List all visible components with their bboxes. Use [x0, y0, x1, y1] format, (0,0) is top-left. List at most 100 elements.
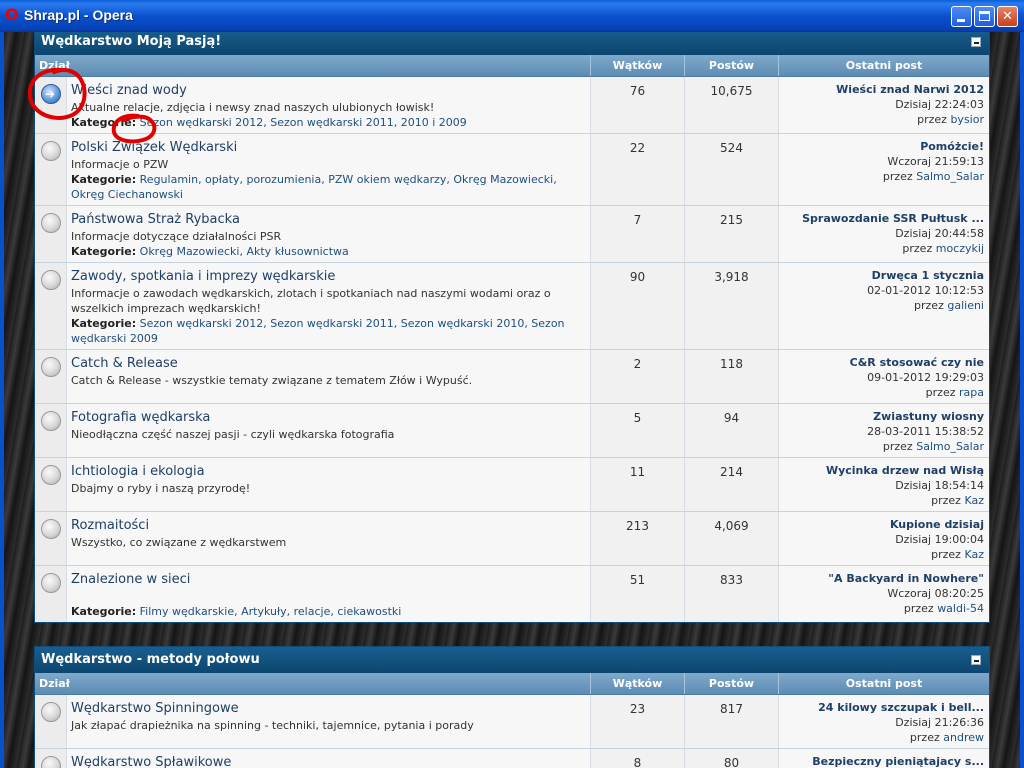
last-post-title[interactable]: Sprawozdanie SSR Pułtusk ...: [783, 211, 984, 226]
column-postow: Postów: [685, 673, 779, 694]
by-label: przez: [882, 440, 913, 453]
categories-label: Kategorie:: [71, 245, 137, 258]
thread-count: 8: [591, 749, 685, 768]
no-new-posts-icon: [41, 213, 61, 233]
category-title[interactable]: Wędkarstwo Moją Pasją!: [41, 34, 221, 49]
last-post-user[interactable]: moczykij: [936, 242, 984, 255]
forum-row: Znalezione w sieci Kategorie: Filmy wędk…: [35, 566, 989, 622]
last-post-user[interactable]: rapa: [959, 386, 984, 399]
post-count: 524: [685, 134, 779, 205]
categories-links[interactable]: Regulamin, opłaty, porozumienia, PZW oki…: [71, 173, 557, 201]
thread-count: 11: [591, 458, 685, 511]
categories-links[interactable]: Sezon wędkarski 2012, Sezon wędkarski 20…: [71, 317, 565, 345]
forum-title-link[interactable]: Polski Związek Wędkarski: [71, 140, 586, 156]
forum-title-link[interactable]: Fotografia wędkarska: [71, 410, 586, 426]
forum-description: Informacje dotyczące działalności PSR: [71, 230, 282, 243]
by-label: przez: [914, 299, 944, 312]
forum-category-metody-polowu: Wędkarstwo - metody połowu Dział Wątków …: [34, 646, 990, 768]
last-post-title[interactable]: Zwiastuny wiosny: [783, 409, 984, 424]
last-post: Wycinka drzew nad Wisłą Dzisiaj 18:54:14…: [779, 458, 989, 511]
collapse-toggle-icon[interactable]: [971, 655, 981, 665]
no-new-posts-icon: [41, 573, 61, 593]
category-title[interactable]: Wędkarstwo - metody połowu: [41, 652, 260, 667]
last-post-user[interactable]: andrew: [943, 731, 984, 744]
page-viewport[interactable]: Wędkarstwo Moją Pasją! Dział Wątków Post…: [4, 32, 1020, 768]
forum-description: Wszystko, co związane z wędkarstwem: [71, 536, 287, 549]
last-post-user[interactable]: galieni: [947, 299, 984, 312]
forum-description: Catch & Release - wszystkie tematy związ…: [71, 374, 473, 387]
forum-row: Zawody, spotkania i imprezy wędkarskie I…: [35, 263, 989, 350]
last-post-title[interactable]: C&R stosować czy nie: [783, 355, 984, 370]
forum-title-link[interactable]: Wędkarstwo Spinningowe: [71, 701, 586, 717]
forum-row: Rozmaitości Wszystko, co związane z wędk…: [35, 512, 989, 566]
thread-count: 2: [591, 350, 685, 403]
last-post-date: 02-01-2012 10:12:53: [867, 284, 984, 297]
column-watkow: Wątków: [591, 673, 685, 694]
column-headers: Dział Wątków Postów Ostatni post: [35, 55, 989, 77]
forum-title-link[interactable]: Państwowa Straż Rybacka: [71, 212, 586, 228]
post-count: 833: [685, 566, 779, 622]
maximize-button[interactable]: [974, 6, 995, 27]
last-post-user[interactable]: Salmo_Salar: [916, 170, 984, 183]
no-new-posts-icon: [41, 357, 61, 377]
collapse-toggle-icon[interactable]: [971, 37, 981, 47]
forum-title-link[interactable]: Rozmaitości: [71, 518, 586, 534]
forum-title-link[interactable]: Znalezione w sieci: [71, 572, 586, 588]
post-count: 80: [685, 749, 779, 768]
forum-row: Wędkarstwo Spinningowe Jak złapać drapie…: [35, 695, 989, 749]
by-label: przez: [909, 731, 940, 744]
last-post-title[interactable]: 24 kilowy szczupak i bell...: [783, 700, 984, 715]
thread-count: 213: [591, 512, 685, 565]
last-post-title[interactable]: "A Backyard in Nowhere": [783, 571, 984, 586]
last-post: C&R stosować czy nie 09-01-2012 19:29:03…: [779, 350, 989, 403]
by-label: przez: [882, 170, 913, 183]
post-count: 94: [685, 404, 779, 457]
last-post-date: Dzisiaj 18:54:14: [895, 479, 984, 492]
forum-row: Państwowa Straż Rybacka Informacje dotyc…: [35, 206, 989, 263]
forum-title-link[interactable]: Zawody, spotkania i imprezy wędkarskie: [71, 269, 586, 285]
category-header: Wędkarstwo Moją Pasją!: [35, 32, 989, 55]
forum-categories: Kategorie: Regulamin, opłaty, porozumien…: [71, 172, 586, 202]
thread-count: 22: [591, 134, 685, 205]
post-count: 214: [685, 458, 779, 511]
last-post-title[interactable]: Kupione dzisiaj: [783, 517, 984, 532]
no-new-posts-icon: [41, 141, 61, 161]
categories-links[interactable]: Filmy wędkarskie, Artykuły, relacje, cie…: [140, 605, 402, 618]
minimize-button[interactable]: [951, 6, 972, 27]
last-post-date: Dzisiaj 21:26:36: [895, 716, 984, 729]
thread-count: 5: [591, 404, 685, 457]
last-post-title[interactable]: Drwęca 1 stycznia: [783, 268, 984, 283]
by-label: przez: [931, 548, 961, 561]
forum-title-link[interactable]: Wędkarstwo Spławikowe: [71, 755, 586, 768]
categories-links[interactable]: Okręg Mazowiecki, Akty kłusownictwa: [140, 245, 349, 258]
last-post-user[interactable]: Salmo_Salar: [916, 440, 984, 453]
thread-count: 23: [591, 695, 685, 748]
no-new-posts-icon: [41, 702, 61, 722]
last-post-user[interactable]: Kaz: [964, 494, 984, 507]
last-post-user[interactable]: Kaz: [964, 548, 984, 561]
last-post-date: Dzisiaj 19:00:04: [895, 533, 984, 546]
new-posts-icon: [41, 84, 61, 104]
last-post-title[interactable]: Pomóżcie!: [783, 139, 984, 154]
last-post-user[interactable]: waldi-54: [937, 602, 984, 615]
forum-categories: Kategorie: Sezon wędkarski 2012, Sezon w…: [71, 115, 586, 130]
last-post: Zwiastuny wiosny 28-03-2011 15:38:52 prz…: [779, 404, 989, 457]
by-label: przez: [902, 242, 933, 255]
last-post-title[interactable]: Wycinka drzew nad Wisłą: [783, 463, 984, 478]
categories-label: Kategorie:: [71, 605, 137, 618]
close-button[interactable]: ✕: [997, 6, 1018, 27]
close-icon: ✕: [1002, 9, 1013, 24]
last-post: Pomóżcie! Wczoraj 21:59:13 przez Salmo_S…: [779, 134, 989, 205]
forum-title-link[interactable]: Wieści znad wody: [71, 83, 586, 99]
forum-description: Nieodłączna część naszej pasji - czyli w…: [71, 428, 395, 441]
last-post-title[interactable]: Wieści znad Narwi 2012: [783, 82, 984, 97]
forum-title-link[interactable]: Catch & Release: [71, 356, 586, 372]
last-post-date: Dzisiaj 22:24:03: [895, 98, 984, 111]
post-count: 4,069: [685, 512, 779, 565]
last-post-user[interactable]: bysior: [950, 113, 984, 126]
post-count: 118: [685, 350, 779, 403]
last-post-title[interactable]: Bezpieczny pieniątajacy s...: [783, 754, 984, 768]
categories-links[interactable]: Sezon wędkarski 2012, Sezon wędkarski 20…: [140, 116, 467, 129]
forum-title-link[interactable]: Ichtiologia i ekologia: [71, 464, 586, 480]
by-label: przez: [925, 386, 956, 399]
